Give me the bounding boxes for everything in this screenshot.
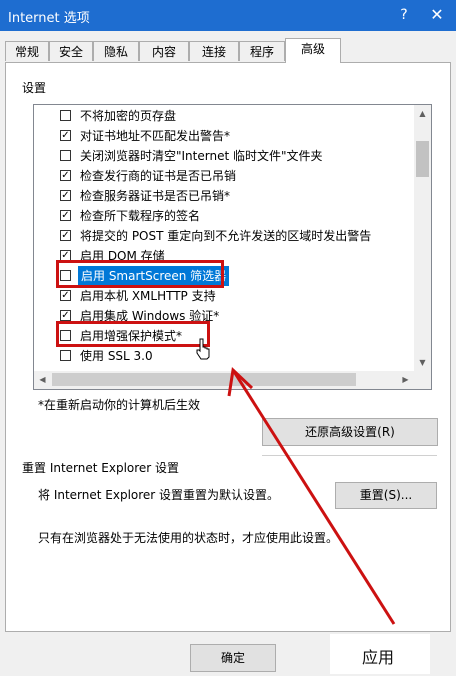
tab-advanced[interactable]: 高级	[285, 38, 341, 63]
horizontal-scrollbar[interactable]: ◀ ▶	[34, 371, 414, 389]
checkbox[interactable]: ✓	[60, 210, 71, 221]
checkbox[interactable]	[60, 150, 71, 161]
checkbox[interactable]	[60, 270, 71, 281]
title-bar: Internet 选项 ? ✕	[0, 0, 456, 31]
tab-content[interactable]: 内容	[139, 41, 189, 61]
setting-label: 启用本机 XMLHTTP 支持	[80, 289, 216, 303]
setting-label: 关闭浏览器时清空"Internet 临时文件"文件夹	[80, 149, 323, 163]
checkbox[interactable]: ✓	[60, 290, 71, 301]
scroll-left-icon[interactable]: ◀	[34, 371, 51, 388]
checkbox[interactable]: ✓	[60, 310, 71, 321]
tab-security[interactable]: 安全	[49, 41, 93, 61]
window-title: Internet 选项	[8, 11, 90, 26]
settings-items: 不将加密的页存盘 ✓ 对证书地址不匹配发出警告* 关闭浏览器时清空"Intern…	[34, 105, 414, 371]
scroll-corner	[414, 371, 431, 389]
tab-connections[interactable]: 连接	[189, 41, 239, 61]
setting-label: 启用 SmartScreen 筛选器	[78, 266, 230, 286]
reset-button[interactable]: 重置(S)...	[335, 482, 437, 509]
tab-strip: 常规 安全 隐私 内容 连接 程序 高级	[0, 38, 456, 63]
setting-label: 启用增强保护模式*	[80, 329, 183, 343]
restart-note: *在重新启动你的计算机后生效	[38, 398, 201, 412]
hand-cursor-icon	[196, 338, 210, 360]
ok-button[interactable]: 确定	[190, 644, 276, 672]
setting-label: 检查发行商的证书是否已吊销	[80, 169, 237, 183]
group-separator	[262, 455, 437, 456]
checkbox[interactable]	[60, 110, 71, 121]
setting-label: 启用 DOM 存储	[80, 249, 165, 263]
settings-group-label: 设置	[22, 81, 47, 95]
setting-label: 启用集成 Windows 验证*	[80, 309, 220, 323]
scroll-up-icon[interactable]: ▲	[414, 105, 431, 122]
scroll-right-icon[interactable]: ▶	[397, 371, 414, 388]
setting-label: 检查所下载程序的签名	[80, 209, 201, 223]
vertical-scroll-thumb[interactable]	[416, 141, 429, 177]
restore-advanced-button[interactable]: 还原高级设置(R)	[262, 418, 438, 446]
horizontal-scroll-thumb[interactable]	[52, 373, 356, 386]
help-icon[interactable]: ?	[392, 4, 416, 26]
checkbox[interactable]: ✓	[60, 130, 71, 141]
tab-programs[interactable]: 程序	[239, 41, 285, 61]
checkbox[interactable]: ✓	[60, 230, 71, 241]
settings-list[interactable]: 不将加密的页存盘 ✓ 对证书地址不匹配发出警告* 关闭浏览器时清空"Intern…	[33, 104, 432, 390]
reset-description: 将 Internet Explorer 设置重置为默认设置。	[38, 488, 280, 502]
scroll-down-icon[interactable]: ▼	[414, 354, 431, 371]
reset-warning: 只有在浏览器处于无法使用的状态时，才应使用此设置。	[38, 531, 339, 545]
vertical-scrollbar[interactable]: ▲ ▼	[414, 105, 431, 371]
checkbox[interactable]	[60, 330, 71, 341]
checkbox[interactable]: ✓	[60, 250, 71, 261]
checkbox[interactable]: ✓	[60, 190, 71, 201]
tab-privacy[interactable]: 隐私	[93, 41, 139, 61]
tab-general[interactable]: 常规	[5, 41, 49, 61]
setting-label: 对证书地址不匹配发出警告*	[80, 129, 231, 143]
checkbox[interactable]	[60, 350, 71, 361]
checkbox[interactable]: ✓	[60, 170, 71, 181]
apply-label: 应用	[362, 648, 395, 667]
setting-label: 不将加密的页存盘	[80, 109, 177, 123]
close-icon[interactable]: ✕	[424, 4, 450, 26]
setting-label: 使用 SSL 3.0	[80, 349, 153, 363]
setting-label: 检查服务器证书是否已吊销*	[80, 189, 231, 203]
setting-label: 将提交的 POST 重定向到不允许发送的区域时发出警告	[80, 229, 372, 243]
reset-group-label: 重置 Internet Explorer 设置	[22, 461, 180, 475]
